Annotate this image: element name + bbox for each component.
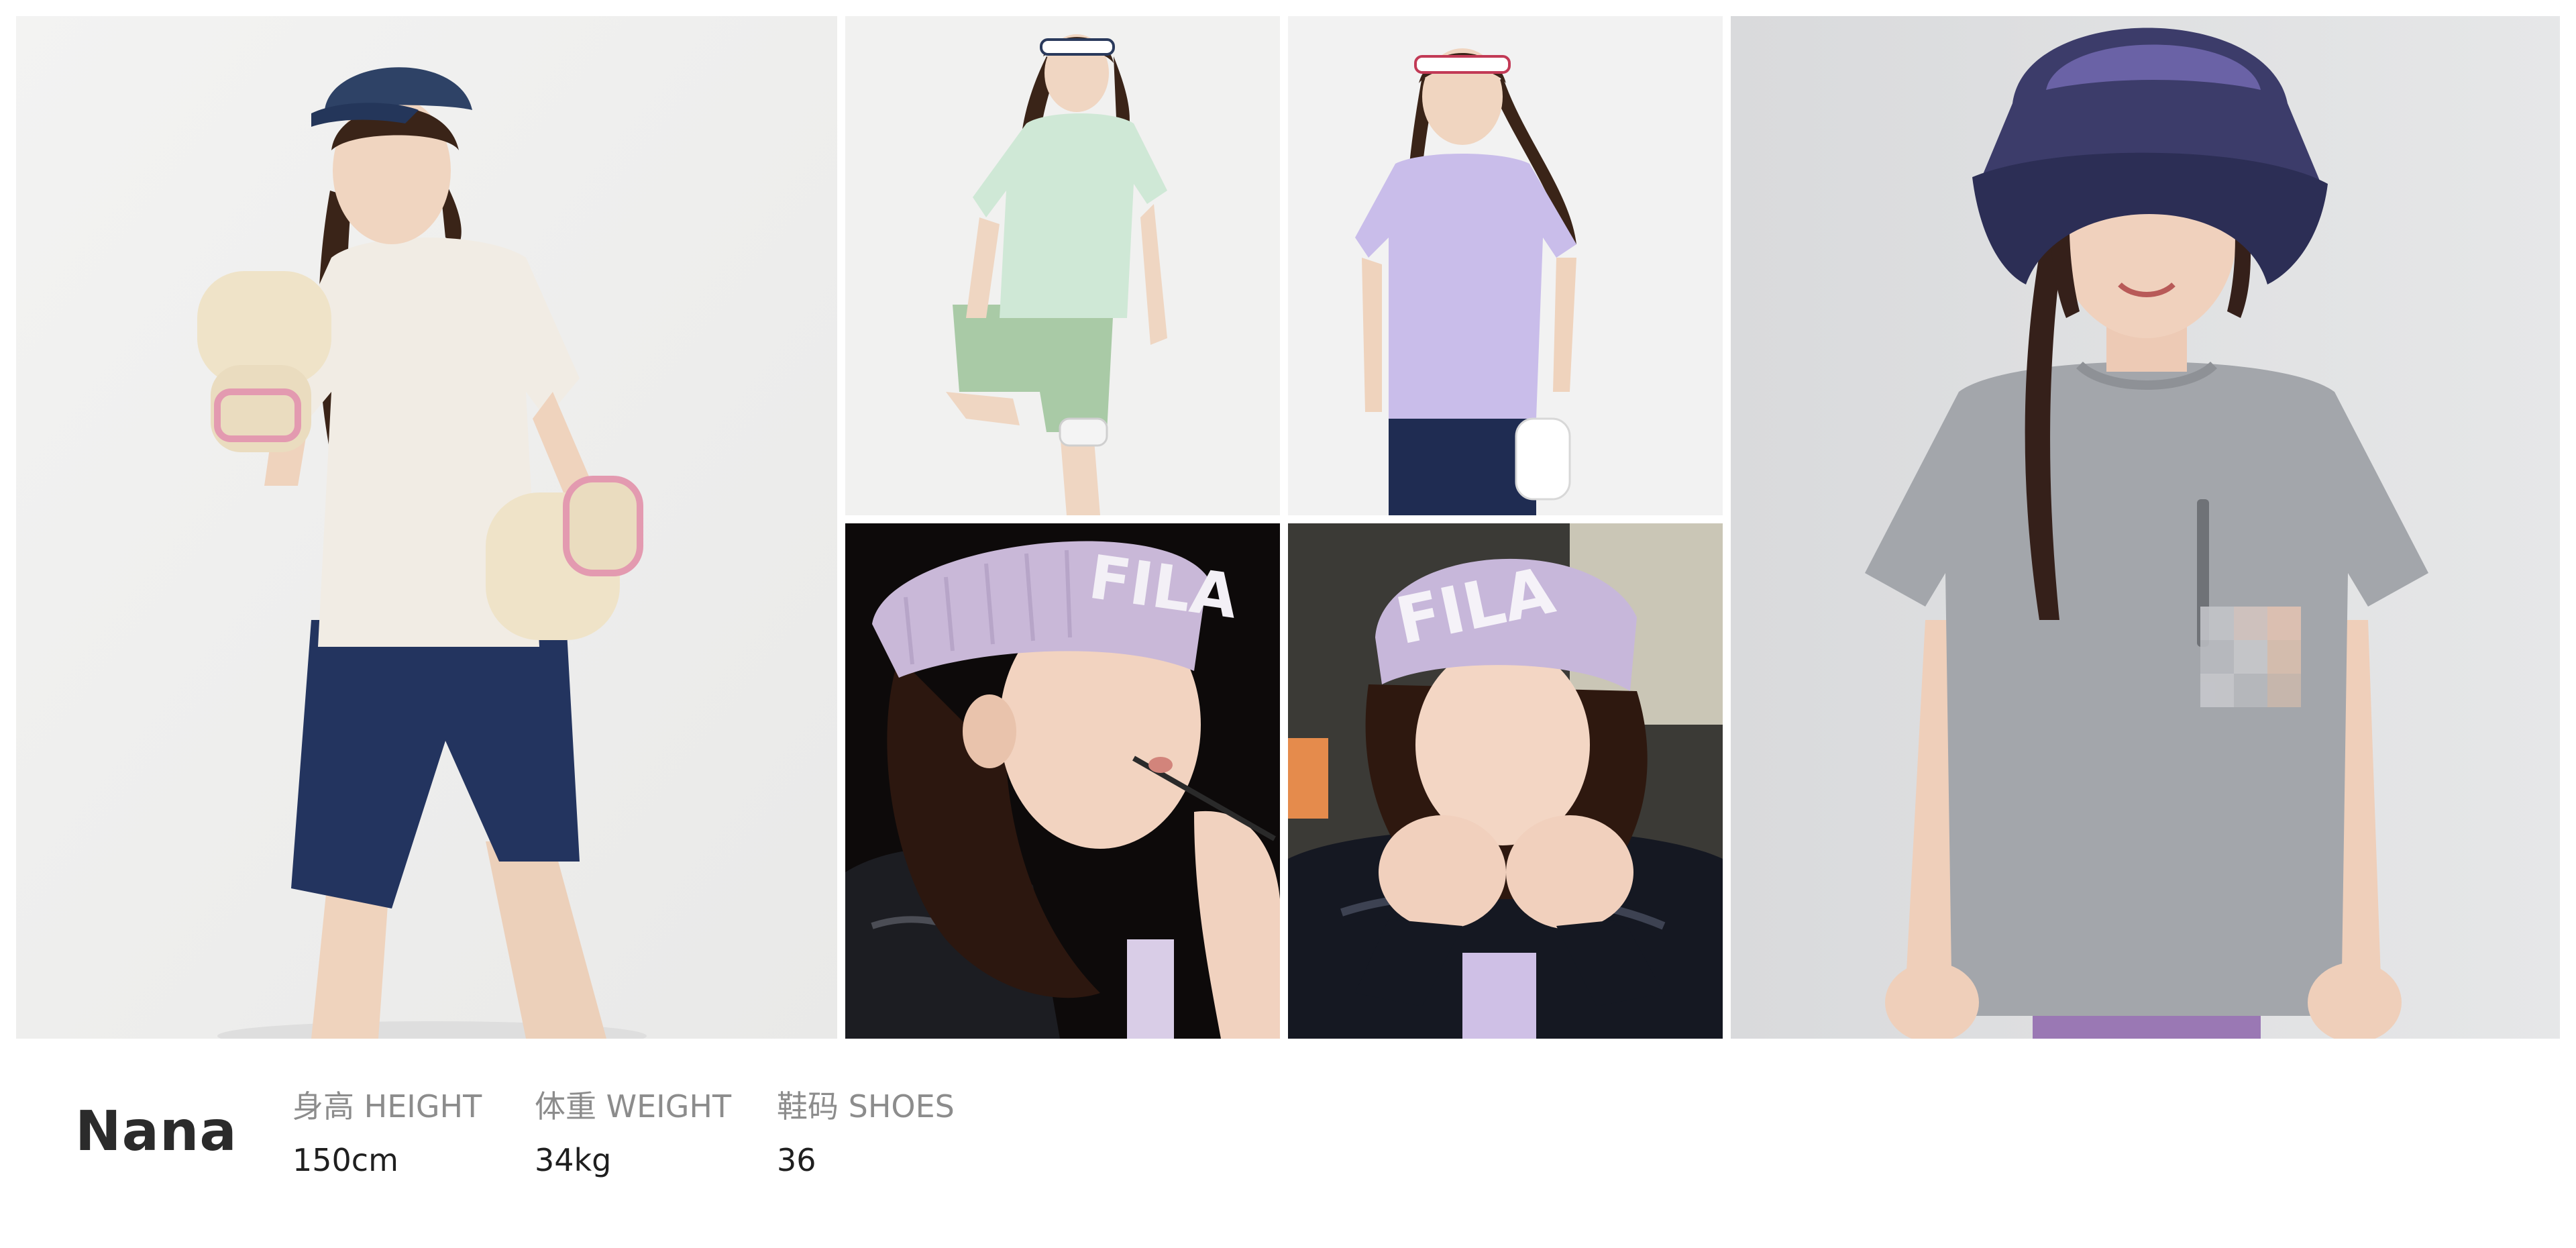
stat-weight: 体重 WEIGHT 34kg: [535, 1091, 731, 1176]
stat-shoes-value: 36: [777, 1142, 816, 1178]
stat-height: 身高 HEIGHT 150cm: [292, 1091, 482, 1176]
model-info-bar: Nana 身高 HEIGHT 150cm 体重 WEIGHT 34kg 鞋码 S…: [0, 1039, 2576, 1248]
photo-lavender-tee[interactable]: [1288, 16, 1723, 515]
model-card-page: FILA FILA Nana 身高 HEIGHT 150cm 体重 WEIGHT…: [0, 0, 2576, 1248]
photo-fila-beanie-lipstick[interactable]: FILA: [845, 523, 1280, 1039]
photo-lavender-tee-image: [1288, 16, 1723, 515]
photo-mint-outfit[interactable]: [845, 16, 1280, 515]
stat-height-label: 身高 HEIGHT: [292, 1088, 482, 1125]
photo-gray-tee-bucket-hat[interactable]: [1731, 16, 2560, 1039]
stat-shoes: 鞋码 SHOES 36: [777, 1091, 955, 1176]
model-name: Nana: [75, 1100, 237, 1163]
photo-fila-beanie-fists[interactable]: FILA: [1288, 523, 1723, 1039]
stat-height-value: 150cm: [292, 1142, 398, 1178]
photo-boxing-gloves[interactable]: [16, 16, 837, 1039]
stat-weight-value: 34kg: [535, 1142, 612, 1178]
photo-mint-outfit-image: [845, 16, 1280, 515]
photo-gray-tee-bucket-hat-image: [1731, 16, 2560, 1039]
photo-boxing-gloves-image: [16, 16, 837, 1039]
photo-fila-beanie-fists-image: FILA: [1288, 523, 1723, 1039]
photo-fila-beanie-lipstick-image: FILA: [845, 523, 1280, 1039]
stat-weight-label: 体重 WEIGHT: [535, 1088, 732, 1125]
photo-gallery: FILA FILA: [16, 16, 2560, 1039]
stat-shoes-label: 鞋码 SHOES: [777, 1088, 955, 1125]
